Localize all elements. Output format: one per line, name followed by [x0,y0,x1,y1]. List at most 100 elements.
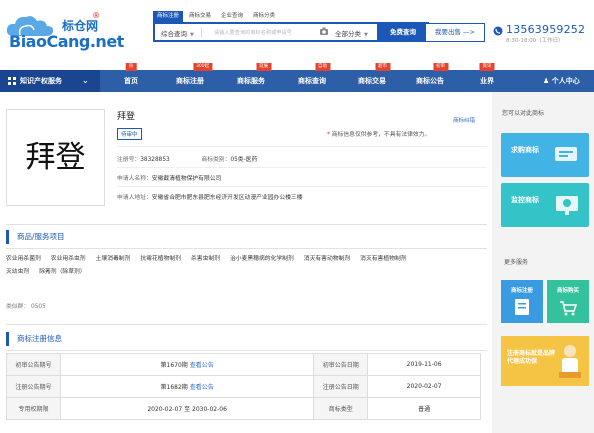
search-tabs: 商标注册 商标交易 企业查询 商标分类 [153,11,279,22]
buy-trademark-card[interactable]: 求购商标 [501,133,589,177]
chevron-down-icon: ▼ [190,32,194,38]
cell-text: 第1682期 [160,384,188,391]
page: 标仓网 ® BiaoCang.net 商标注册 商标交易 企业查询 商标分类 综… [0,0,594,433]
similar-group-value: 0505 [31,304,46,310]
nav-item-label: 商标服务 [237,77,265,85]
view-announcement-link[interactable]: 查看公告 [190,384,214,391]
card-icon [555,147,577,161]
nav-badge: 热 [125,63,137,71]
goods-item: 农业用杀菌剂 [6,256,41,262]
nav-item-query[interactable]: 自助 商标查询 [291,63,333,92]
disclaimer-star: * [327,132,330,138]
nav-item-register[interactable]: 300起 商标注册 [169,63,213,92]
logo-registered-mark: ® [92,11,100,20]
nav-ip-services-label: 知识产权服务 [20,77,62,85]
cell-text: 第1670期 [160,362,188,369]
reg-number-line: 注册号：38328853 商标类别：05类-医药 [117,154,257,163]
nav-item-label: 首页 [124,77,138,85]
goods-item: 除莠剂（除草剂） [39,269,86,275]
goods-item: 土壤消毒制剂 [95,256,131,262]
table-label: 初审公告期号 [6,353,61,376]
goods-item: 治小麦黑穗病的化学制剂 [229,256,294,262]
status-badge: 待审中 [117,128,142,140]
disclaimer-text: 商标信息仅供参考，不具有法律效力。 [331,132,431,138]
service-register[interactable]: 商标注册 [501,280,543,323]
address-value: 安徽省合肥市肥东县肥东经济开发区动漫产业园办公楼三楼 [151,195,303,201]
divider [6,248,487,249]
sidebar: 您可以对此商标 求购商标 监控商标 更多服务 商标注册 商标购买 注册商标就是品… [492,92,594,433]
applicant-label: 申请人名称： [117,176,152,182]
nav-item-announcement[interactable]: 初审 商标公告 [409,63,451,92]
sidebar-title: 您可以对此商标 [502,110,545,117]
personal-center-link[interactable]: ♟ 个人中心 [543,70,580,92]
personal-center-label: 个人中心 [551,77,580,85]
sell-button[interactable]: 我要出售 —> [425,23,485,42]
disclaimer: * 商标信息仅供参考，不具有法律效力。 [327,129,430,138]
nav-item-trade[interactable]: 超市 商标交易 [351,63,393,92]
reg-number-label: 注册号： [117,157,141,163]
reg-number-value: 38328853 [140,157,170,163]
promo-banner[interactable]: 注册商标就是品牌代理成功保 [501,336,589,386]
trademark-image: 拜登 [6,109,105,206]
address-line: 申请人地址：安徽省合肥市肥东县肥东经济开发区动漫产业园办公楼三楼 [117,192,303,201]
search-tab-trademark-trade[interactable]: 商标交易 [185,11,215,22]
table-value: 2020-02-07 至 2030-02-06 [59,397,315,420]
table-label: 初审公告日期 [313,353,369,376]
header: 标仓网 ® BiaoCang.net 商标注册 商标交易 企业查询 商标分类 综… [0,0,594,70]
document-icon [515,299,529,315]
category-select[interactable]: 全部分类 ▼ [335,28,368,38]
grid-icon [8,77,16,85]
goods-item: 农业用杀虫剂 [50,256,86,262]
divider [6,324,487,325]
report-error-link[interactable]: 商标纠错 [453,116,475,124]
site-logo[interactable]: 标仓网 ® BiaoCang.net [6,11,124,54]
search-tab-trademark-register[interactable]: 商标注册 [153,11,184,22]
camera-icon[interactable] [319,26,329,36]
table-value: 第1682期 查看公告 [59,375,315,398]
goods-section-title: 商品/服务项目 [6,230,487,244]
nav-item-label: 商标注册 [176,77,204,85]
nav-item-home[interactable]: 热首页 [116,63,146,92]
search-box: 综合查询 ▼ 请输入要查询的商标名称或申请号 全部分类 ▼ 免费查询 [153,22,429,42]
main-nav: 知识产权服务 ⌄ 热首页 300起 商标注册 延展商标服务 自助 商标查询 超市 商标… [0,63,594,92]
trademark-detail: 拜登 拜登 商标纠错 待审中 * 商标信息仅供参考，不具有法律效力。 注册号：3… [0,92,492,433]
nav-item-industry[interactable]: 资讯 业界 [472,63,502,92]
search-tab-trademark-class[interactable]: 商标分类 [249,11,279,22]
nav-badge: 延展 [256,63,272,71]
class-label: 商标类别： [201,157,231,163]
goods-item: 抗霉花植物制剂 [140,256,181,262]
nav-badge: 资讯 [479,63,495,71]
table-label: 商标类型 [313,397,369,420]
category-label: 全部分类 [335,30,361,38]
table-label: 专用权期限 [6,397,61,420]
monitor-icon [556,196,578,215]
nav-ip-services[interactable]: 知识产权服务 ⌄ [0,70,100,92]
address-label: 申请人地址： [117,195,152,201]
logo-english-name: BiaoCang.net [9,32,124,51]
nav-badge: 自助 [315,63,330,71]
cart-icon [560,301,577,316]
card-label: 监控商标 [511,196,539,204]
monitor-trademark-card[interactable]: 监控商标 [501,183,589,227]
card-label: 求购商标 [511,146,539,154]
class-value: 05类-医药 [230,157,258,163]
goods-item: 消灭有害动物制剂 [303,256,351,262]
divider [6,350,487,351]
nav-item-service[interactable]: 延展商标服务 [230,63,272,92]
search-mode-select[interactable]: 综合查询 ▼ [161,28,194,38]
view-announcement-link[interactable]: 查看公告 [190,362,214,369]
table-value: 普通 [367,397,481,420]
table-row: 注册公告期号 第1682期 查看公告 注册公告日期 2020-02-07 [6,375,481,398]
service-buy[interactable]: 商标购买 [547,280,589,323]
table-value: 2019-11-06 [367,353,481,376]
search-button[interactable]: 免费查询 [377,22,429,42]
search-tab-company-query[interactable]: 企业查询 [217,11,247,22]
search-input[interactable]: 请输入要查询的商标名称或申请号 [214,29,292,36]
nav-item-label: 商标交易 [358,77,386,85]
registration-info-table: 初审公告期号 第1670期 查看公告 初审公告日期 2019-11-06 注册公… [6,353,481,420]
table-row: 初审公告期号 第1670期 查看公告 初审公告日期 2019-11-06 [6,353,481,376]
nav-badge: 初审 [433,63,448,71]
chevron-down-icon: ▼ [364,32,368,38]
table-label: 注册公告日期 [313,375,369,398]
nav-item-label: 业界 [480,77,494,85]
